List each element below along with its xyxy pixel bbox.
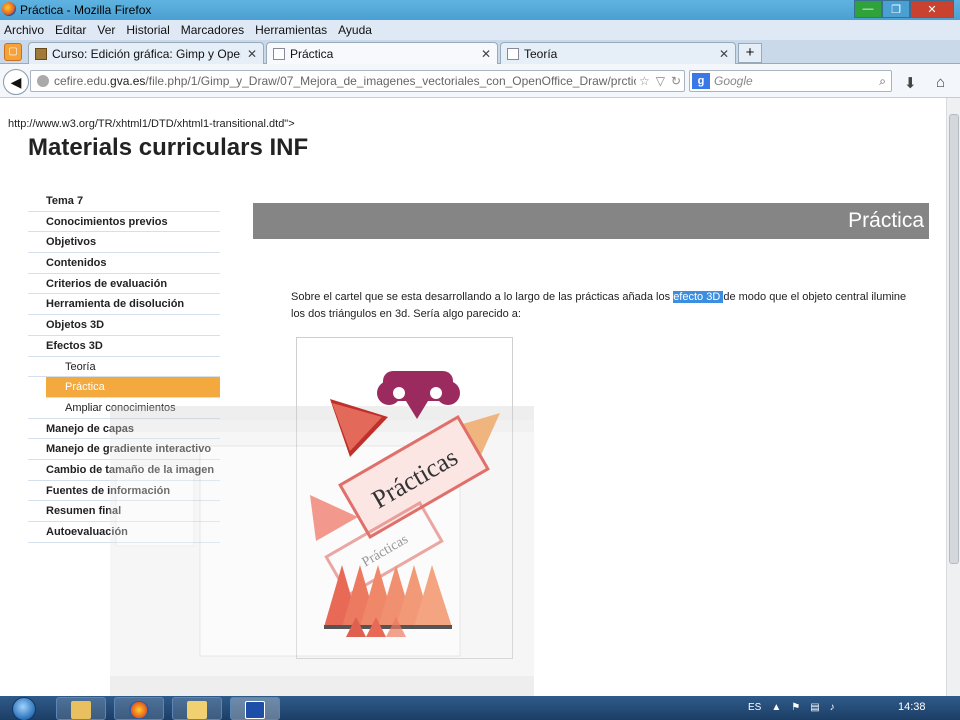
menu-ver[interactable]: Ver — [97, 23, 115, 37]
site-identity-icon[interactable] — [37, 75, 49, 87]
tab-label: Teoría — [524, 46, 558, 61]
sidebar-item-conocimientos-previos[interactable]: Conocimientos previos — [28, 212, 220, 233]
sidebar-item-tema-7[interactable]: Tema 7 — [28, 191, 220, 212]
window-titlebar: Práctica - Mozilla Firefox — ❐ ✕ — [0, 0, 960, 20]
sidebar-item-contenidos[interactable]: Contenidos — [28, 253, 220, 274]
network-icon[interactable]: ▤ — [810, 702, 819, 713]
windows-logo-icon — [12, 697, 36, 720]
tab-groups-icon[interactable]: ▢ — [4, 43, 22, 61]
sidebar-nav: Tema 7 Conocimientos previos Objetivos Cont… — [28, 191, 220, 543]
tab-practica[interactable]: Práctica ✕ — [266, 42, 498, 64]
menu-marcadores[interactable]: Marcadores — [181, 23, 244, 37]
search-bar[interactable]: g Google ⌕ — [689, 70, 892, 92]
sidebar-item-autoevaluacion[interactable]: Autoevaluación — [28, 522, 220, 543]
menu-ayuda[interactable]: Ayuda — [338, 23, 372, 37]
start-button[interactable] — [4, 696, 44, 720]
page-favicon-icon — [273, 47, 285, 60]
firefox-icon — [129, 701, 149, 719]
folder-icon — [71, 701, 91, 719]
sidebar-item-criterios-de-evaluacion[interactable]: Criterios de evaluación — [28, 274, 220, 295]
tray-flag-icon[interactable]: ⚑ — [791, 702, 800, 713]
close-button[interactable]: ✕ — [910, 0, 954, 18]
sidebar-item-resumen-final[interactable]: Resumen final — [28, 501, 220, 522]
tab-strip: ▢ Curso: Edición gráfica: Gimp y Open...… — [0, 40, 960, 64]
url-text[interactable]: cefire.edu.gva.es/file.php/1/Gimp_y_Draw… — [54, 74, 636, 88]
exercise-text: Sobre el cartel que se esta desarrolland… — [291, 291, 907, 320]
downloads-icon[interactable]: ⬇ — [904, 74, 917, 92]
tab-close-icon[interactable]: ✕ — [247, 47, 257, 61]
taskbar-explorer[interactable] — [56, 697, 106, 720]
tab-label: Práctica — [290, 46, 334, 61]
tab-label: Curso: Edición gráfica: Gimp y Open... — [52, 46, 241, 61]
sidebar-item-fuentes-de-informacion[interactable]: Fuentes de información — [28, 481, 220, 502]
tray-up-arrow-icon[interactable]: ▲ — [771, 702, 781, 713]
tab-teoria[interactable]: Teoría ✕ — [500, 42, 736, 64]
url-bar[interactable]: cefire.edu.gva.es/file.php/1/Gimp_y_Draw… — [30, 70, 685, 92]
taskbar-firefox[interactable] — [114, 697, 164, 720]
reload-icon[interactable]: ↻ — [671, 74, 681, 88]
new-tab-button[interactable]: + — [738, 43, 762, 63]
documents-icon — [187, 701, 207, 719]
dropdown-arrow-icon[interactable]: ▽ — [656, 74, 665, 88]
tab-close-icon[interactable]: ✕ — [719, 47, 729, 61]
triangle-comb-shape — [324, 565, 452, 637]
back-button[interactable]: ◀ — [3, 69, 29, 95]
windows-taskbar: ES ▲ ⚑ ▤ ♪ 14:38 — [0, 696, 960, 720]
sidebar-item-practica[interactable]: Práctica — [46, 377, 220, 398]
scrollbar-thumb[interactable] — [949, 114, 959, 564]
google-engine-icon[interactable]: g — [692, 73, 710, 89]
menu-editar[interactable]: Editar — [55, 23, 86, 37]
doctype-text: http://www.w3.org/TR/xhtml1/DTD/xhtml1-t… — [8, 118, 295, 130]
sidebar-item-herramienta-de-disolucion[interactable]: Herramienta de disolución — [28, 294, 220, 316]
tab-curso[interactable]: Curso: Edición gráfica: Gimp y Open... ✕ — [28, 42, 264, 64]
tab-close-icon[interactable]: ✕ — [481, 47, 491, 61]
menu-archivo[interactable]: Archivo — [4, 23, 44, 37]
clock[interactable]: 14:38 — [898, 701, 926, 713]
vertical-scrollbar[interactable] — [946, 98, 960, 696]
selected-text: efecto 3D — [673, 291, 724, 303]
language-indicator[interactable]: ES — [748, 702, 761, 713]
system-tray: ES ▲ ⚑ ▤ ♪ — [748, 702, 845, 713]
taskbar-files[interactable] — [172, 697, 222, 720]
page-favicon-icon — [507, 47, 519, 60]
search-input[interactable]: Google — [714, 74, 879, 88]
maroon-shape — [377, 371, 460, 419]
page-content: http://www.w3.org/TR/xhtml1/DTD/xhtml1-t… — [0, 98, 946, 696]
sidebar-item-objetivos[interactable]: Objetivos — [28, 232, 220, 254]
sidebar-item-efectos-3d[interactable]: Efectos 3D — [28, 336, 220, 357]
sidebar-item-objetos-3d[interactable]: Objetos 3D — [28, 315, 220, 336]
sidebar-item-teoria[interactable]: Teoría — [28, 357, 220, 378]
menu-bar: Archivo Editar Ver Historial Marcadores … — [0, 20, 960, 40]
sidebar-item-manejo-de-capas[interactable]: Manejo de capas — [28, 419, 220, 440]
navigation-bar: ◀ cefire.edu.gva.es/file.php/1/Gimp_y_Dr… — [0, 64, 960, 98]
practice-figure: Prácticas Prácticas — [310, 371, 500, 637]
sidebar-item-manejo-de-gradiente-interactivo[interactable]: Manejo de gradiente interactivo — [28, 439, 220, 460]
search-icon[interactable]: ⌕ — [879, 74, 886, 89]
site-title: Materials curriculars INF — [28, 134, 309, 161]
page-banner: Práctica — [253, 203, 929, 239]
maximize-button[interactable]: ❐ — [882, 0, 910, 18]
window-title: Práctica - Mozilla Firefox — [20, 3, 152, 17]
volume-icon[interactable]: ♪ — [830, 702, 835, 713]
firefox-logo-icon — [2, 2, 16, 16]
page-title: Práctica — [848, 209, 924, 232]
taskbar-app[interactable] — [230, 697, 280, 720]
bookmark-star-icon[interactable]: ☆ — [639, 74, 650, 88]
menu-historial[interactable]: Historial — [126, 23, 169, 37]
sidebar-item-ampliar-conocimientos[interactable]: Ampliar conocimientos — [28, 398, 220, 419]
gimp-favicon-icon — [35, 47, 47, 60]
sidebar-item-cambio-de-tamano-de-la-imagen[interactable]: Cambio de tamaño de la imagen — [28, 460, 220, 481]
app-window-icon — [245, 701, 265, 719]
menu-herramientas[interactable]: Herramientas — [255, 23, 327, 37]
minimize-button[interactable]: — — [854, 0, 882, 18]
home-icon[interactable]: ⌂ — [936, 74, 945, 91]
